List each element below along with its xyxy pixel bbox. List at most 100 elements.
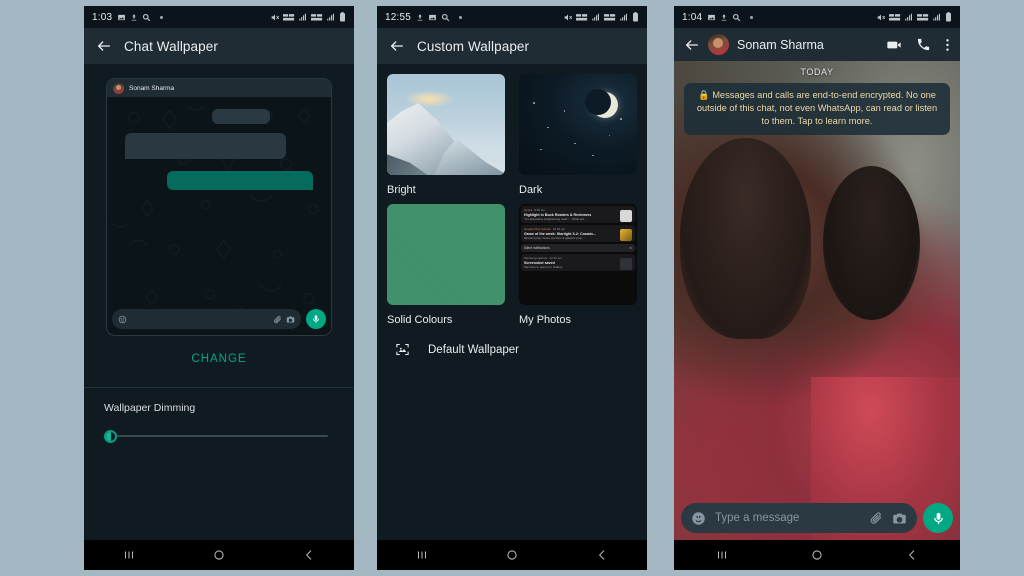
wallpaper-tile-bright[interactable]: Bright xyxy=(387,74,505,196)
preview-date-chip xyxy=(212,109,271,124)
avatar[interactable] xyxy=(708,34,729,55)
default-wallpaper-row[interactable]: Default Wallpaper xyxy=(377,326,647,357)
camera-icon[interactable] xyxy=(892,511,907,526)
volte2-icon xyxy=(917,13,929,20)
screenshot-stage: 1:03 Chat Wallpaper Sonam Sharma CHANGE … xyxy=(0,0,1024,576)
mic-icon xyxy=(933,512,943,524)
attach-icon[interactable] xyxy=(869,511,883,525)
video-call-icon[interactable] xyxy=(886,37,902,53)
avatar xyxy=(113,82,124,94)
android-nav-bar xyxy=(84,540,354,570)
android-nav-bar xyxy=(674,540,960,570)
wallpaper-dimming-section: Wallpaper Dimming xyxy=(84,388,354,444)
page-title: Chat Wallpaper xyxy=(124,38,218,54)
image-icon xyxy=(429,14,436,20)
my-photos-thumbnail: Quora 8:50 am Highlight in Book Readers … xyxy=(519,204,637,305)
battery-icon xyxy=(946,12,951,22)
wallpaper-tile-dark[interactable]: Dark xyxy=(519,74,637,196)
recents-icon[interactable] xyxy=(122,548,136,562)
notification-item: Samsung capture 12:23 pm Screenshot save… xyxy=(521,254,635,271)
signal2-icon xyxy=(620,13,627,20)
doodle-pattern xyxy=(110,105,319,317)
chat-wallpaper-body: Sonam Sharma CHANGE Wallpaper Dimming xyxy=(84,64,354,540)
wallpaper-dimming-label: Wallpaper Dimming xyxy=(104,402,196,414)
camera-icon xyxy=(286,316,295,322)
notification-app-row: Google Play Games 10:00 am xyxy=(524,227,632,231)
status-left-icons xyxy=(707,13,754,22)
download-icon xyxy=(721,13,727,20)
signal-icon xyxy=(592,13,599,20)
chat-message-area: TODAY 🔒 Messages and calls are end-to-en… xyxy=(674,61,960,540)
preview-input-bar xyxy=(112,309,326,329)
dot-icon xyxy=(750,15,754,19)
message-placeholder: Type a message xyxy=(715,512,800,524)
recents-icon[interactable] xyxy=(415,548,429,562)
change-wallpaper-button[interactable]: CHANGE xyxy=(106,353,332,365)
home-icon[interactable] xyxy=(505,548,519,562)
status-bar: 1:03 xyxy=(84,6,354,28)
slider-thumb[interactable] xyxy=(104,429,117,443)
status-right-icons xyxy=(876,12,952,22)
mic-icon xyxy=(313,315,319,323)
phone-panel-custom-wallpaper: 12:55 Custom Wallpaper Bright Dark Solid… xyxy=(377,6,647,570)
encryption-notice[interactable]: 🔒 Messages and calls are end-to-end encr… xyxy=(684,83,950,135)
wallpaper-tile-solid-colours[interactable]: Solid Colours xyxy=(387,204,505,326)
image-icon xyxy=(118,14,126,20)
notification-item: Quora 8:50 am Highlight in Book Readers … xyxy=(521,206,635,223)
phone-panel-chat: 1:04 Sonam Sharma TODAY 🔒 Messages and c… xyxy=(674,6,960,570)
overflow-menu-icon[interactable] xyxy=(945,37,950,53)
recents-icon[interactable] xyxy=(715,548,729,562)
notification-time: 12:23 pm xyxy=(549,256,562,260)
photo-subject-adult xyxy=(679,137,812,339)
wallpaper-preview-wrap: Sonam Sharma CHANGE xyxy=(84,64,354,365)
voice-call-icon[interactable] xyxy=(916,37,931,52)
photo-subject-child xyxy=(822,166,920,320)
mute-icon xyxy=(271,14,280,20)
signal2-icon xyxy=(327,13,334,20)
status-left-icons xyxy=(117,13,164,22)
voice-record-button[interactable] xyxy=(923,503,953,533)
wallpaper-dimming-slider[interactable] xyxy=(104,428,334,444)
status-bar: 12:55 xyxy=(377,6,647,28)
preview-app-bar: Sonam Sharma xyxy=(107,79,331,97)
close-icon: ✕ xyxy=(629,246,632,250)
notification-thumb xyxy=(620,258,632,270)
notification-subtitle: Tap here to open it in Gallery. xyxy=(524,265,563,269)
notification-title: Game of the week: Starlight X-2: Cosmic.… xyxy=(524,231,597,236)
solid-colour-thumbnail xyxy=(387,204,505,305)
emoji-icon[interactable] xyxy=(691,511,706,526)
attach-icon xyxy=(274,315,281,323)
search-icon xyxy=(733,13,741,21)
back-icon[interactable] xyxy=(595,548,609,562)
chat-app-bar: Sonam Sharma xyxy=(674,28,960,61)
notification-item: Google Play Games 10:00 am Game of the w… xyxy=(521,225,635,242)
mute-icon xyxy=(877,14,886,20)
notification-app-name: Samsung capture xyxy=(524,256,548,260)
page-title: Custom Wallpaper xyxy=(417,38,530,54)
moon-icon xyxy=(585,89,619,119)
mute-icon xyxy=(564,14,573,20)
download-icon xyxy=(417,13,423,20)
notification-app-row: Samsung capture 12:23 pm xyxy=(524,256,632,260)
silent-notifications-header: Silent notifications ✕ xyxy=(521,244,635,252)
back-icon[interactable] xyxy=(905,548,919,562)
back-arrow-icon[interactable] xyxy=(96,38,112,54)
home-icon[interactable] xyxy=(810,548,824,562)
back-arrow-icon[interactable] xyxy=(389,38,405,54)
sun-glow xyxy=(403,90,456,109)
dot-icon xyxy=(160,15,164,19)
dot-icon xyxy=(459,15,463,19)
battery-icon xyxy=(340,12,345,22)
wallpaper-tiles-grid: Bright Dark Solid Colours Quora 8:50 am … xyxy=(377,64,647,326)
back-arrow-icon[interactable] xyxy=(684,37,700,53)
signal2-icon xyxy=(933,13,940,20)
home-icon[interactable] xyxy=(212,548,226,562)
message-input-field[interactable]: Type a message xyxy=(681,503,917,533)
back-icon[interactable] xyxy=(302,548,316,562)
status-time: 1:03 xyxy=(92,11,113,23)
search-icon xyxy=(441,13,450,21)
notification-app-name: Google Play Games xyxy=(524,227,551,231)
chat-contact-name[interactable]: Sonam Sharma xyxy=(737,38,824,52)
wallpaper-tile-my-photos[interactable]: Quora 8:50 am Highlight in Book Readers … xyxy=(519,204,637,326)
volte-icon xyxy=(283,13,295,20)
